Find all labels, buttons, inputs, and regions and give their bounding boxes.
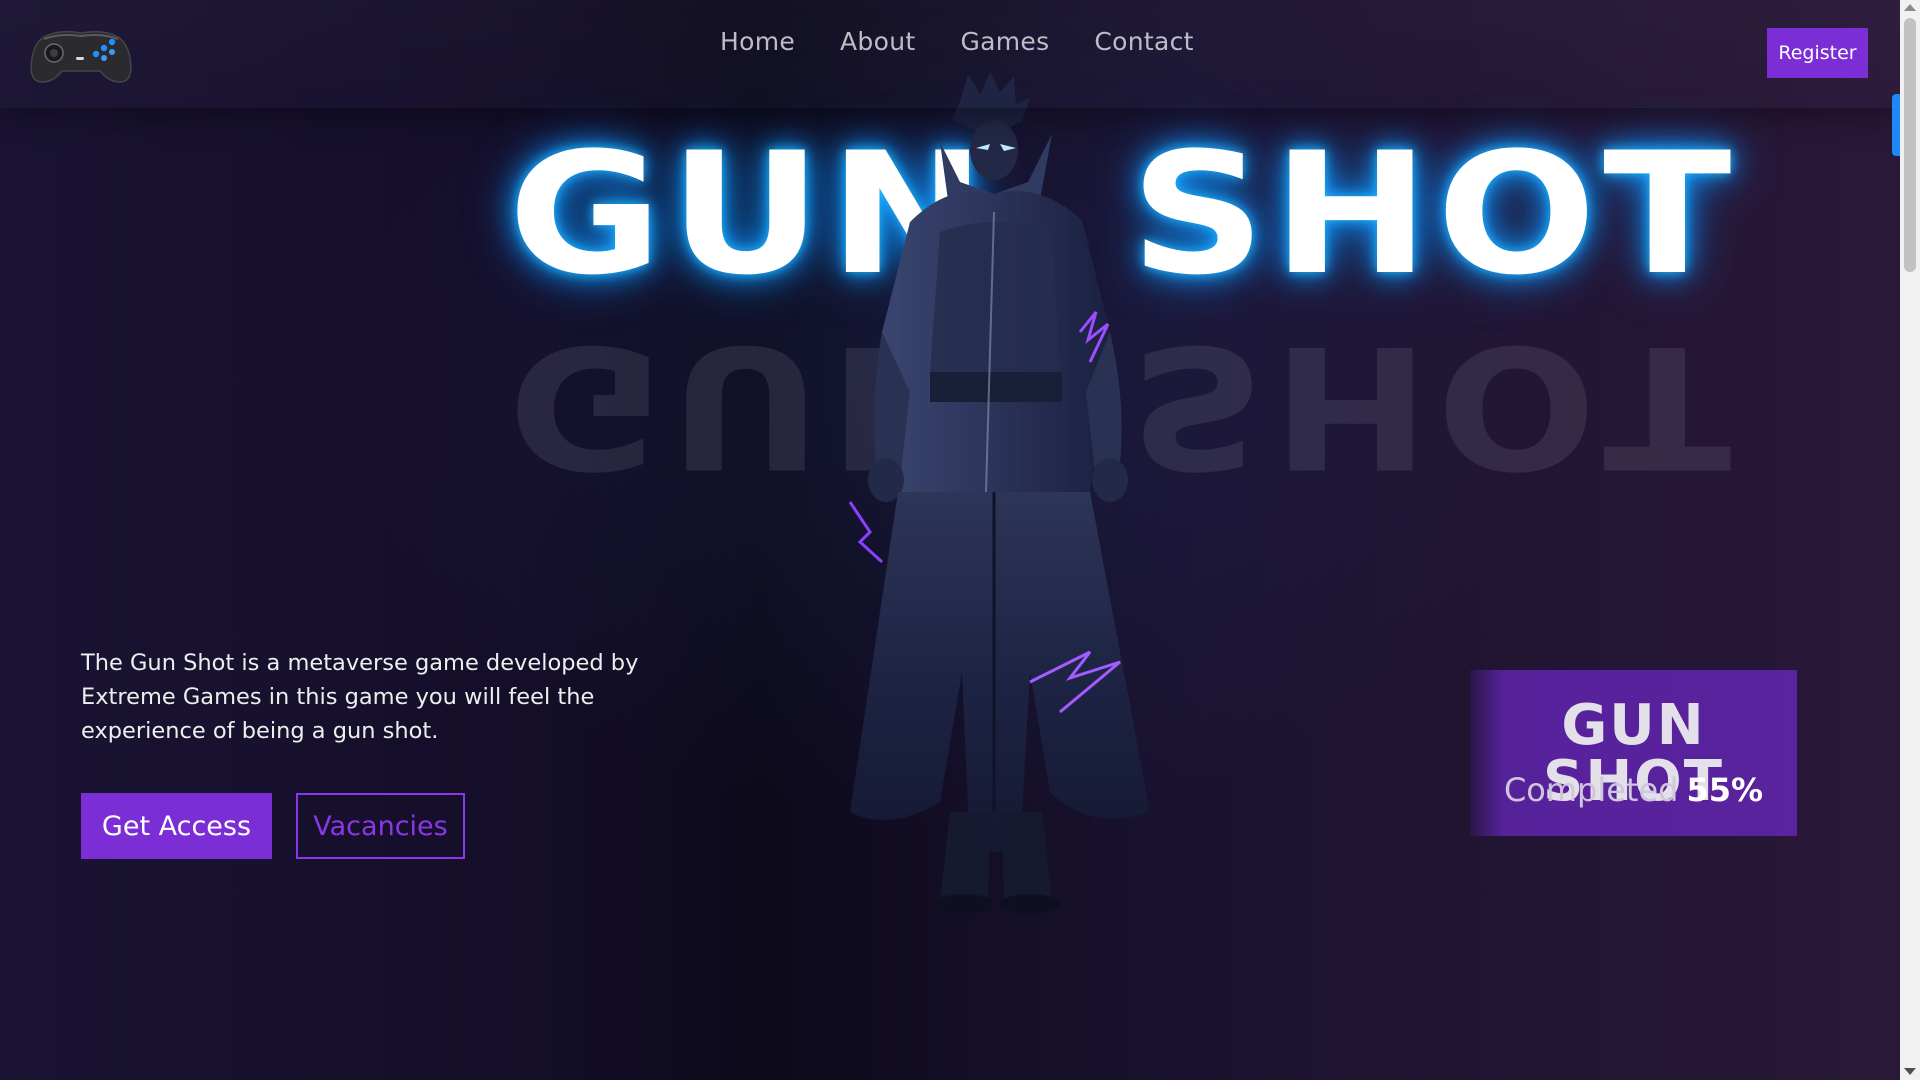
nav-contact[interactable]: Contact — [1094, 27, 1193, 56]
scroll-up-arrow-icon[interactable] — [1904, 4, 1916, 11]
scroll-down-arrow-icon[interactable] — [1904, 1068, 1916, 1075]
register-button[interactable]: Register — [1767, 28, 1868, 78]
nav-home[interactable]: Home — [720, 27, 795, 56]
vertical-scrollbar[interactable] — [1900, 0, 1920, 1080]
scrollbar-thumb[interactable] — [1904, 18, 1916, 272]
hero-character-image — [848, 72, 1150, 914]
progress-status: Completed 55% — [1470, 771, 1797, 809]
hero-title-shot: SHOT — [1130, 116, 1739, 312]
landing-page: Home About Games Contact Register GUN SH… — [0, 0, 1900, 1080]
scroll-indicator — [1892, 94, 1900, 156]
progress-label: Completed — [1503, 771, 1679, 809]
progress-card: GUN SHOT Completed 55% — [1470, 670, 1797, 836]
progress-value: 55% — [1686, 771, 1764, 809]
hero-title-reflection-shot: SHOT — [1130, 308, 1739, 504]
vacancies-button[interactable]: Vacancies — [296, 793, 465, 859]
site-header: Home About Games Contact Register — [0, 0, 1900, 108]
get-access-button[interactable]: Get Access — [81, 793, 272, 859]
nav-about[interactable]: About — [840, 27, 915, 56]
nav-games[interactable]: Games — [960, 27, 1049, 56]
main-nav: Home About Games Contact — [720, 27, 1194, 56]
hero-description: The Gun Shot is a metaverse game develop… — [81, 650, 639, 744]
gamepad-icon[interactable] — [30, 27, 132, 85]
